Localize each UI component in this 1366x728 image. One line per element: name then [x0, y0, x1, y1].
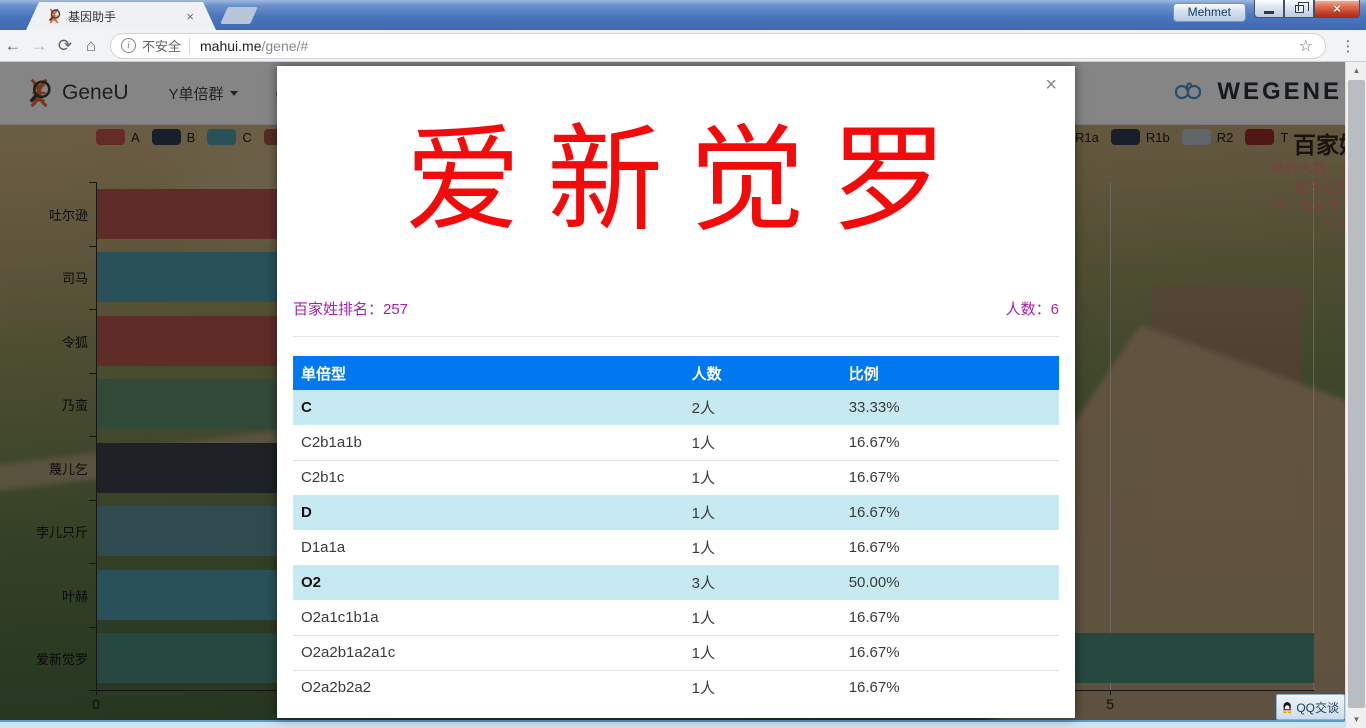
col-haplotype: 单倍型 — [293, 356, 684, 390]
restore-button[interactable] — [1284, 0, 1314, 18]
table-row: O2a1c1b1a1人16.67% — [293, 600, 1059, 635]
url-path: /gene/# — [261, 38, 1298, 54]
browser-menu-icon[interactable]: ⋮ — [1336, 37, 1360, 55]
profile-button[interactable]: Mehmet — [1173, 3, 1246, 22]
qq-chat-label: QQ交谈 — [1296, 699, 1339, 716]
browser-tab[interactable]: 基因助手 × — [26, 2, 216, 30]
table-row: D1a1a1人16.67% — [293, 530, 1059, 565]
scroll-down-icon[interactable]: ▼ — [1346, 711, 1366, 728]
security-label: 不安全 — [142, 36, 181, 55]
col-count: 人数 — [684, 356, 841, 390]
surname-title: 爱新觉罗 — [293, 108, 1059, 254]
url-separator — [189, 38, 190, 54]
surname-count: 人数：6 — [1006, 298, 1059, 319]
info-icon[interactable]: i — [121, 38, 136, 53]
haplotype-table: 单倍型 人数 比例 C2人33.33%C2b1a1b1人16.67%C2b1c1… — [293, 356, 1059, 705]
browser-titlebar: 基因助手 × Mehmet × — [0, 0, 1366, 30]
bookmark-star-icon[interactable]: ☆ — [1299, 36, 1313, 56]
table-cell: 1人 — [684, 670, 841, 705]
next-section-edge — [0, 720, 1345, 728]
table-cell: D — [293, 495, 684, 530]
table-cell: O2 — [293, 565, 684, 600]
table-row: D1人16.67% — [293, 495, 1059, 530]
table-cell: C2b1c — [293, 460, 684, 495]
table-cell: 1人 — [684, 530, 841, 565]
table-cell: O2a2b1a2a1c — [293, 635, 684, 670]
browser-toolbar: ← → ⟳ ⌂ i 不安全 mahui.me /gene/# ☆ ⋮ — [0, 30, 1366, 62]
table-cell: C — [293, 390, 684, 425]
dna-favicon-icon — [46, 8, 62, 24]
home-icon[interactable]: ⌂ — [78, 36, 104, 56]
scrollbar-thumb[interactable] — [1348, 80, 1365, 708]
rank-row: 百家姓排名：257 人数：6 — [293, 298, 1059, 319]
table-cell: 1人 — [684, 635, 841, 670]
table-cell: 2人 — [684, 390, 841, 425]
restore-icon — [1295, 5, 1304, 13]
table-row: O2a2b1a2a1c1人16.67% — [293, 635, 1059, 670]
screen: 基因助手 × Mehmet × ← → ⟳ ⌂ i 不安全 mahui.me /… — [0, 0, 1366, 728]
table-cell: 16.67% — [841, 670, 1059, 705]
table-cell: 1人 — [684, 460, 841, 495]
table-row: C2b1a1b1人16.67% — [293, 425, 1059, 460]
table-cell: 16.67% — [841, 600, 1059, 635]
table-cell: 50.00% — [841, 565, 1059, 600]
minimize-icon — [1264, 11, 1274, 14]
reload-icon[interactable]: ⟳ — [52, 36, 78, 56]
new-tab-button[interactable] — [220, 7, 258, 24]
qq-chat-button[interactable]: QQ交谈 — [1276, 694, 1345, 720]
close-window-button[interactable]: × — [1314, 0, 1360, 18]
window-controls: Mehmet × — [1173, 0, 1360, 22]
tab-close-icon[interactable]: × — [186, 9, 194, 24]
table-header-row: 单倍型 人数 比例 — [293, 356, 1059, 390]
table-cell: 1人 — [684, 425, 841, 460]
table-cell: 1人 — [684, 600, 841, 635]
minimize-button[interactable] — [1254, 0, 1284, 18]
table-row: O2a2b2a21人16.67% — [293, 670, 1059, 705]
scrollbar[interactable]: ▲ ▼ — [1345, 62, 1366, 728]
table-cell: 16.67% — [841, 425, 1059, 460]
modal-close-icon[interactable]: × — [1045, 74, 1057, 97]
table-cell: 33.33% — [841, 390, 1059, 425]
table-cell: 16.67% — [841, 530, 1059, 565]
table-cell: O2a1c1b1a — [293, 600, 684, 635]
table-row: O23人50.00% — [293, 565, 1059, 600]
back-icon[interactable]: ← — [0, 36, 26, 56]
url-host: mahui.me — [200, 38, 261, 54]
page-viewport: GeneU Y单倍群 O系主要 WEGENE ABCD R1aR1bR2T 百家… — [0, 62, 1366, 728]
forward-icon[interactable]: → — [26, 36, 52, 56]
surname-rank: 百家姓排名：257 — [293, 298, 408, 319]
url-bar[interactable]: i 不安全 mahui.me /gene/# ☆ — [110, 33, 1326, 59]
table-cell: 16.67% — [841, 495, 1059, 530]
table-row: C2b1c1人16.67% — [293, 460, 1059, 495]
table-cell: 16.67% — [841, 460, 1059, 495]
table-cell: 1人 — [684, 495, 841, 530]
table-cell: O2a2b2a2 — [293, 670, 684, 705]
table-cell: 3人 — [684, 565, 841, 600]
qq-penguin-icon — [1282, 699, 1292, 716]
table-cell: C2b1a1b — [293, 425, 684, 460]
table-cell: 16.67% — [841, 635, 1059, 670]
tab-title: 基因助手 — [68, 8, 180, 25]
table-row: C2人33.33% — [293, 390, 1059, 425]
col-percent: 比例 — [841, 356, 1059, 390]
surname-detail-modal: × 爱新觉罗 百家姓排名：257 人数：6 单倍型 人数 比例 C2人33.33… — [277, 66, 1075, 718]
divider — [293, 336, 1059, 337]
scroll-up-icon[interactable]: ▲ — [1346, 62, 1366, 79]
table-cell: D1a1a — [293, 530, 684, 565]
